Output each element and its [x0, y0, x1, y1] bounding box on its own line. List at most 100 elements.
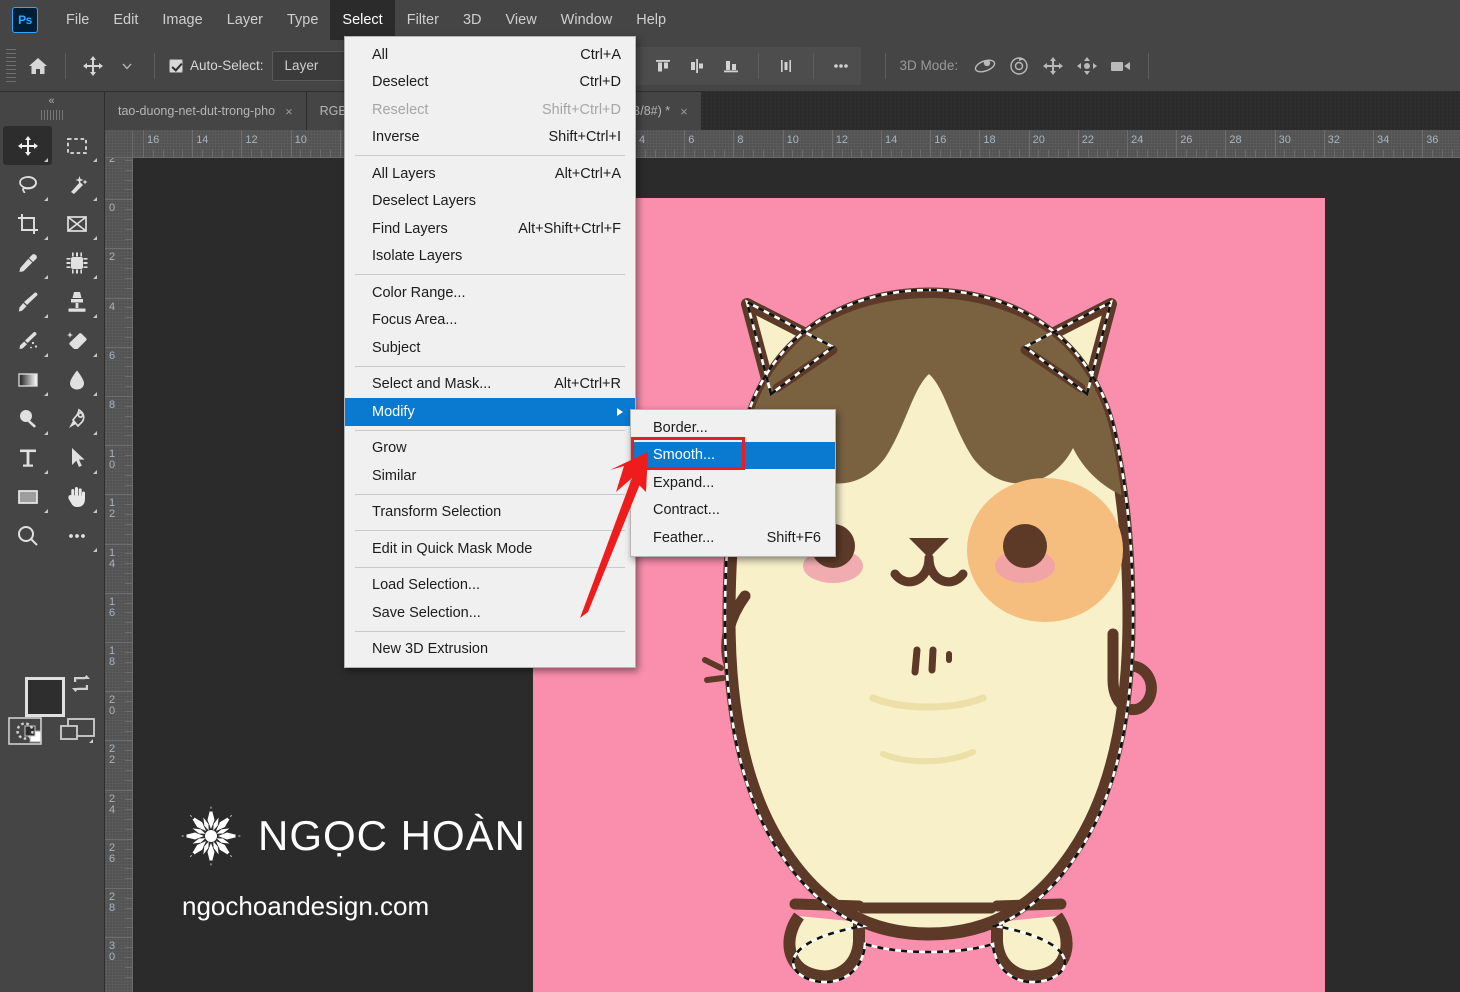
frame-tool[interactable] [52, 204, 101, 243]
horizontal-ruler[interactable]: 1614121086420246810121416182022242628303… [133, 130, 1460, 158]
quick-selection-tool[interactable] [52, 165, 101, 204]
home-icon[interactable] [21, 49, 55, 83]
orbit-3d-icon[interactable] [968, 49, 1002, 83]
close-icon[interactable]: × [285, 105, 293, 118]
pan-3d-icon[interactable] [1036, 49, 1070, 83]
menu-item-all[interactable]: All Ctrl+A [345, 41, 635, 69]
menu-item-reselect[interactable]: Reselect Shift+Ctrl+D [345, 96, 635, 124]
menu-item-focus-area[interactable]: Focus Area... [345, 307, 635, 335]
rectangle-tool[interactable] [3, 477, 52, 516]
align-bottom-edges-icon[interactable] [714, 49, 748, 83]
menu-item-label: New 3D Extrusion [372, 641, 489, 658]
ruler-label: 2 [109, 158, 116, 165]
ruler-minor-tick [125, 828, 132, 830]
menu-edit[interactable]: Edit [101, 0, 150, 40]
watermark-url: ngochoandesign.com [182, 891, 430, 921]
distribute-horizontal-centers-icon[interactable] [680, 49, 714, 83]
ruler-minor-tick [1264, 150, 1266, 157]
brush-tool[interactable] [3, 282, 52, 321]
foreground-color-swatch[interactable] [25, 677, 65, 717]
menu-window[interactable]: Window [549, 0, 625, 40]
ruler-minor-tick [251, 150, 253, 157]
checkbox-mark-icon[interactable] [169, 58, 183, 73]
auto-select-checkbox[interactable]: Auto-Select: [169, 58, 264, 73]
menu-item-deselect[interactable]: Deselect Ctrl+D [345, 69, 635, 97]
ruler-minor-tick [920, 150, 922, 157]
annotation-red-arrow [580, 452, 648, 618]
document-tab[interactable]: tao-duong-net-dut-trong-pho × [105, 92, 307, 130]
spot-healing-brush-tool[interactable] [52, 243, 101, 282]
vertical-ruler[interactable]: 2 0 2 4 6 8 10 12 14 16 18 20 22 24 26 28 30 [105, 158, 133, 992]
menu-item-label: Focus Area... [372, 312, 458, 329]
screen-mode-icon[interactable] [59, 717, 97, 745]
canvas-workspace[interactable]: NGỌC HOÀN ngochoandesign.com [133, 158, 1460, 992]
menu-item-isolate-layers[interactable]: Isolate Layers [345, 243, 635, 271]
menu-3d[interactable]: 3D [451, 0, 494, 40]
submenu-item-border[interactable]: Border... [631, 414, 835, 442]
ruler-tick [105, 445, 132, 447]
ruler-minor-tick [125, 169, 132, 171]
roll-3d-icon[interactable] [1002, 49, 1036, 83]
chevron-down-icon[interactable] [110, 49, 144, 83]
tools-panel-handle-icon[interactable] [41, 110, 63, 120]
ruler-minor-tick [125, 464, 132, 466]
hand-tool[interactable] [52, 477, 101, 516]
path-selection-tool[interactable] [52, 438, 101, 477]
menu-item-new-3d-extrusion[interactable]: New 3D Extrusion [345, 636, 635, 664]
auto-select-scope-dropdown[interactable]: Layer [271, 50, 350, 81]
dodge-tool[interactable] [3, 399, 52, 438]
menu-type[interactable]: Type [275, 0, 330, 40]
ruler-minor-tick [1363, 150, 1365, 157]
slide-3d-icon[interactable] [1070, 49, 1104, 83]
gradient-tool[interactable] [3, 360, 52, 399]
camera-3d-icon[interactable] [1104, 49, 1138, 83]
history-brush-tool[interactable] [3, 321, 52, 360]
menu-layer[interactable]: Layer [215, 0, 275, 40]
menu-item-label: Save Selection... [372, 604, 481, 621]
menu-item-all-layers[interactable]: All Layers Alt+Ctrl+A [345, 160, 635, 188]
pen-tool[interactable] [52, 399, 101, 438]
eyedropper-tool[interactable] [3, 243, 52, 282]
move-tool[interactable] [3, 126, 52, 165]
distribute-vertical-icon[interactable] [769, 49, 803, 83]
ruler-tick [1176, 130, 1178, 157]
menu-item-shortcut: Alt+Shift+Ctrl+F [518, 220, 621, 237]
menu-filter[interactable]: Filter [395, 0, 451, 40]
more-options-icon[interactable] [824, 49, 858, 83]
eraser-tool[interactable] [52, 321, 101, 360]
menu-item-color-range[interactable]: Color Range... [345, 279, 635, 307]
menu-item-modify[interactable]: Modify [345, 398, 635, 426]
tools-panel-grip[interactable]: « [0, 92, 104, 110]
horizontal-type-tool[interactable] [3, 438, 52, 477]
menu-item-subject[interactable]: Subject [345, 334, 635, 362]
crop-tool[interactable] [3, 204, 52, 243]
edit-toolbar-tool[interactable] [52, 516, 101, 555]
ruler-origin-corner[interactable] [105, 130, 133, 158]
menu-file[interactable]: File [54, 0, 101, 40]
menu-select[interactable]: Select [330, 0, 395, 40]
ruler-label: 2 [109, 251, 116, 264]
move-tool-icon[interactable] [76, 49, 110, 83]
blur-tool[interactable] [52, 360, 101, 399]
align-top-edges-icon[interactable] [646, 49, 680, 83]
quick-mask-icon[interactable] [8, 717, 43, 745]
menu-view[interactable]: View [494, 0, 549, 40]
close-icon[interactable]: × [680, 105, 688, 118]
lasso-tool[interactable] [3, 165, 52, 204]
menu-item-deselect-layers[interactable]: Deselect Layers [345, 188, 635, 216]
zoom-tool[interactable] [3, 516, 52, 555]
menu-item-find-layers[interactable]: Find Layers Alt+Shift+Ctrl+F [345, 215, 635, 243]
rectangular-marquee-tool[interactable] [52, 126, 101, 165]
menu-item-select-and-mask[interactable]: Select and Mask... Alt+Ctrl+R [345, 371, 635, 399]
ruler-minor-tick [125, 218, 132, 220]
tool-grid [0, 122, 104, 555]
clone-stamp-tool[interactable] [52, 282, 101, 321]
tool-flyout-indicator [44, 509, 48, 513]
swap-colors-icon[interactable] [70, 673, 92, 695]
menu-help[interactable]: Help [624, 0, 678, 40]
menu-item-inverse[interactable]: Inverse Shift+Ctrl+I [345, 124, 635, 152]
ruler-minor-tick [125, 504, 132, 506]
ruler-minor-tick [1284, 150, 1286, 157]
options-bar-grip[interactable] [6, 48, 16, 83]
menu-image[interactable]: Image [150, 0, 214, 40]
